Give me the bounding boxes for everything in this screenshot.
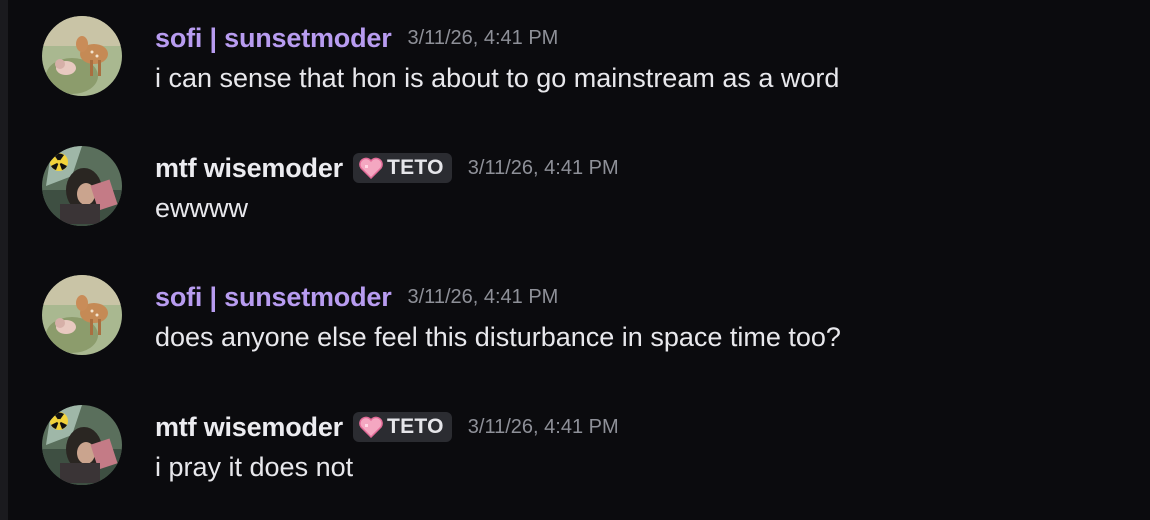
message-header: sofi | sunsetmoder 3/11/26, 4:41 PM (155, 279, 558, 315)
message-item[interactable]: mtf wisemoder TETO 3/11/26, 4:41 PM ewww… (42, 130, 1122, 240)
scroll-rail (0, 0, 8, 520)
role-tag[interactable]: TETO (352, 412, 452, 442)
message-text: ewwww (155, 193, 249, 223)
message-timestamp[interactable]: 3/11/26, 4:41 PM (408, 27, 559, 50)
anime-girl-avatar[interactable] (42, 146, 122, 226)
fawn-avatar[interactable] (42, 16, 122, 96)
message-timestamp[interactable]: 3/11/26, 4:41 PM (468, 157, 619, 180)
pixel-heart-icon (359, 416, 383, 439)
fawn-avatar[interactable] (42, 275, 122, 355)
message-text: i pray it does not (155, 452, 354, 482)
role-tag-label: TETO (386, 156, 444, 179)
author-name[interactable]: sofi | sunsetmoder (155, 282, 392, 313)
anime-girl-avatar[interactable] (42, 405, 122, 485)
message-item[interactable]: sofi | sunsetmoder 3/11/26, 4:41 PM i ca… (42, 0, 1122, 110)
message-text: i can sense that hon is about to go main… (155, 63, 840, 93)
message-header: mtf wisemoder TETO 3/11/26, 4:41 PM (155, 409, 619, 445)
author-name[interactable]: sofi | sunsetmoder (155, 23, 392, 54)
message-item[interactable]: mtf wisemoder TETO 3/11/26, 4:41 PM i pr… (42, 389, 1122, 499)
role-tag-label: TETO (386, 415, 444, 438)
pixel-heart-icon (359, 157, 383, 180)
message-item[interactable]: sofi | sunsetmoder 3/11/26, 4:41 PM does… (42, 259, 1122, 369)
author-name[interactable]: mtf wisemoder (155, 153, 343, 184)
message-text: does anyone else feel this disturbance i… (155, 322, 841, 352)
author-name[interactable]: mtf wisemoder (155, 412, 343, 443)
message-timestamp[interactable]: 3/11/26, 4:41 PM (408, 286, 559, 309)
message-header: mtf wisemoder TETO 3/11/26, 4:41 PM (155, 150, 619, 186)
role-tag[interactable]: TETO (352, 153, 452, 183)
message-header: sofi | sunsetmoder 3/11/26, 4:41 PM (155, 20, 558, 56)
chat-message-list: sofi | sunsetmoder 3/11/26, 4:41 PM i ca… (0, 0, 1150, 520)
message-timestamp[interactable]: 3/11/26, 4:41 PM (468, 416, 619, 439)
